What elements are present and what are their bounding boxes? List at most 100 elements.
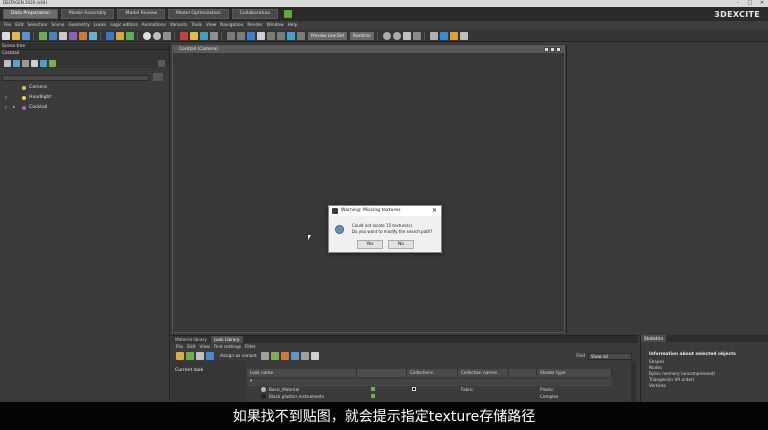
look-menu-view[interactable]: View [200, 345, 210, 350]
environment-icon[interactable] [116, 31, 124, 40]
move-icon[interactable] [190, 31, 198, 40]
fly-icon[interactable] [297, 31, 305, 40]
expand-arrow-icon[interactable]: ▸ [13, 105, 15, 110]
column-flags[interactable] [509, 369, 537, 377]
vertical-scrollbar[interactable] [631, 361, 636, 403]
expand-icon[interactable] [13, 59, 20, 67]
light-icon[interactable] [79, 31, 87, 40]
camera-viewport[interactable]: Cocktail (Camera) [172, 45, 565, 333]
tab-model-optimization[interactable]: Model Optimization [168, 9, 229, 19]
viewport-maximize-icon[interactable] [550, 47, 555, 52]
visibility-check-icon[interactable]: ✓ [4, 95, 8, 101]
table-row[interactable]: Basic_Material Fabric Plastic [247, 386, 612, 393]
menu-view[interactable]: View [206, 23, 216, 28]
tab-material-library[interactable]: Material library [172, 336, 210, 343]
menu-render[interactable]: Render [247, 23, 262, 28]
new-group-icon[interactable] [31, 59, 38, 67]
looks-icon[interactable] [69, 31, 77, 40]
import-icon[interactable] [39, 31, 47, 40]
monitor-icon[interactable] [439, 31, 448, 40]
import-look-icon[interactable] [186, 352, 194, 360]
variant-icon[interactable] [126, 31, 134, 40]
tab-data-preparation[interactable]: Data Preparation [3, 9, 58, 19]
menu-geometry[interactable]: Geometry [68, 23, 89, 28]
column-collections[interactable]: Collections [407, 369, 458, 377]
render-icon[interactable] [106, 31, 114, 40]
look-menu-filter[interactable]: Filter [245, 345, 256, 350]
search-options-icon[interactable] [153, 73, 163, 81]
look-list-icon[interactable] [196, 352, 204, 360]
column-look-name[interactable]: Look name [247, 369, 357, 377]
tree-item-camera[interactable]: Camera [0, 84, 170, 93]
sort-icon[interactable] [300, 352, 309, 360]
preview-icon[interactable] [310, 352, 319, 360]
pan-icon[interactable] [277, 31, 285, 40]
look-menu-file[interactable]: File [176, 345, 183, 350]
no-button[interactable]: No [388, 240, 414, 249]
refresh-icon[interactable] [49, 59, 56, 67]
view-front-icon[interactable] [227, 31, 235, 40]
menu-animations[interactable]: Animations [142, 23, 166, 28]
fit-icon[interactable] [257, 31, 265, 40]
menu-file[interactable]: File [4, 23, 11, 28]
new-look-icon[interactable] [176, 352, 184, 360]
view-side-icon[interactable] [237, 31, 245, 40]
stereo-icon[interactable] [402, 31, 411, 40]
tree-item-cocktail[interactable]: ✓ ▸ Cocktail [0, 104, 170, 113]
scene-search-input[interactable] [2, 75, 149, 81]
menu-scene[interactable]: Scene [51, 23, 64, 28]
maximize-icon[interactable]: □ [744, 0, 756, 7]
tab-model-assembly[interactable]: Model Assembly [60, 9, 115, 19]
save-icon[interactable] [22, 31, 30, 40]
scale-icon[interactable] [210, 31, 218, 40]
panel-menu-icon[interactable] [158, 59, 165, 67]
table-row[interactable]: Black plastics instruments Complex [247, 393, 612, 400]
raytrace-icon[interactable] [382, 31, 391, 40]
tree-item-headlight[interactable]: ✓ Headlight [0, 94, 170, 103]
yes-button[interactable]: Yes [357, 240, 383, 249]
antialias-icon[interactable] [392, 31, 401, 40]
viewport-close-icon[interactable] [556, 47, 561, 52]
new-file-icon[interactable] [2, 31, 10, 40]
visibility-check-icon[interactable]: ✓ [4, 105, 8, 111]
look-menu-find-settings[interactable]: Find settings [214, 345, 241, 350]
shader-icon[interactable] [290, 352, 299, 360]
menu-variants[interactable]: Variants [170, 23, 187, 28]
filter-icon[interactable] [4, 59, 11, 67]
lock-icon[interactable] [449, 31, 458, 40]
collection-icon[interactable] [270, 352, 279, 360]
assign-as-variant-label[interactable]: Assign as variant [220, 354, 257, 359]
viewport-minimize-icon[interactable] [544, 47, 549, 52]
snapshot-icon[interactable] [153, 31, 161, 40]
dialog-close-icon[interactable]: ✕ [432, 206, 437, 216]
look-menu-edit[interactable]: Edit [187, 345, 195, 350]
link-icon[interactable] [40, 59, 47, 67]
menu-help[interactable]: Help [288, 23, 298, 28]
menu-edit[interactable]: Edit [15, 23, 23, 28]
record-icon[interactable] [143, 31, 151, 40]
view-top-icon[interactable] [247, 31, 255, 40]
layout-icon[interactable] [429, 31, 438, 40]
add-module-icon[interactable] [284, 10, 293, 18]
help-icon[interactable] [459, 31, 468, 40]
look-grid-icon[interactable] [206, 352, 214, 360]
tag-icon[interactable] [280, 352, 289, 360]
menu-tools[interactable]: Tools [191, 23, 202, 28]
output-icon[interactable] [412, 31, 421, 40]
zoom-icon[interactable] [267, 31, 275, 40]
assign-icon[interactable] [260, 352, 269, 360]
geometry-icon[interactable] [59, 31, 67, 40]
transform-icon[interactable] [180, 31, 188, 40]
tab-statistics[interactable]: Statistics [641, 335, 667, 342]
preview-button[interactable]: Preview Low Def [308, 31, 347, 40]
menu-logic-editors[interactable]: Logic editors [110, 23, 137, 28]
tab-look-library[interactable]: Look Library [210, 336, 243, 343]
rotate-icon[interactable] [200, 31, 208, 40]
menu-window[interactable]: Window [267, 23, 284, 28]
camera-icon[interactable] [89, 31, 97, 40]
realtime-button[interactable]: Realtime [349, 31, 374, 40]
orbit-icon[interactable] [287, 31, 295, 40]
column-shader-type[interactable]: Shader type [537, 369, 612, 377]
menu-selection[interactable]: Selection [28, 23, 48, 28]
menu-looks[interactable]: Looks [94, 23, 106, 28]
